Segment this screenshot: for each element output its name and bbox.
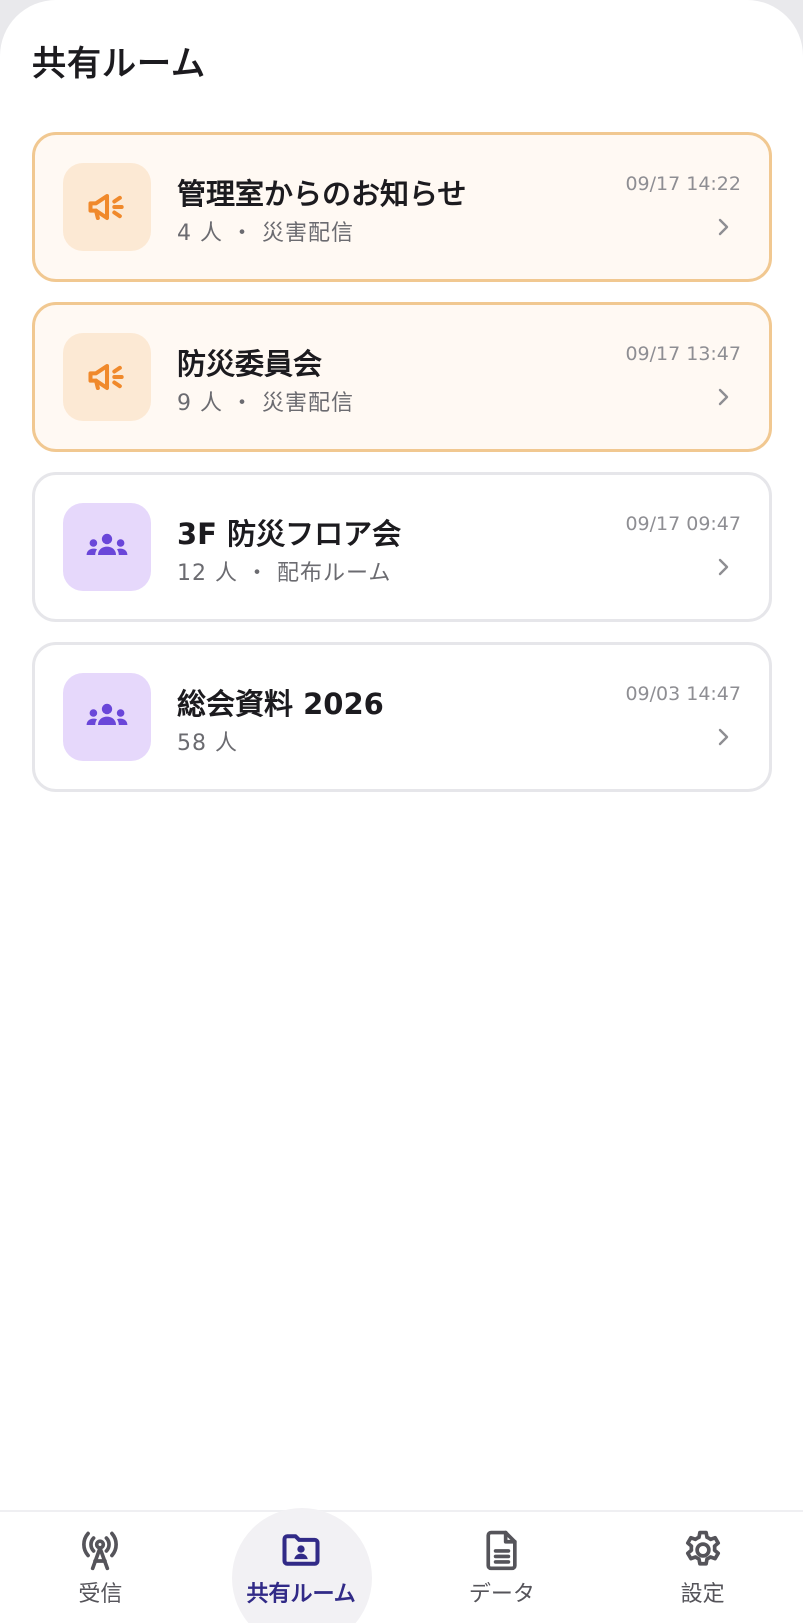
room-name: 総会資料 2026 [177,687,384,721]
room-name: 3F 防災フロア会 [177,517,402,551]
room-card-kanrishitsu[interactable]: 管理室からのお知らせ 4 人 ・ 災害配信 09/17 14:22 [32,132,772,282]
shared-folder-icon [282,1534,320,1566]
room-meta: 58 人 [177,731,238,756]
page-title: 共有ルーム [32,44,206,84]
nav-item-shared-rooms[interactable]: 共有ルーム [201,1508,402,1623]
gear-icon [685,1530,720,1566]
chevron-right-icon [718,218,729,236]
megaphone-icon [63,163,151,251]
group-icon [63,503,151,591]
room-meta: 9 人 ・ 災害配信 [177,391,354,416]
room-timestamp: 09/17 09:47 [625,513,741,535]
nav-item-data[interactable]: データ [402,1512,603,1623]
nav-item-inbox[interactable]: 受信 [0,1512,201,1623]
room-timestamp: 09/03 14:47 [625,683,741,705]
nav-label: データ [468,1582,535,1607]
room-card-bousai-iinkai[interactable]: 防災委員会 9 人 ・ 災害配信 09/17 13:47 [32,302,772,452]
chevron-right-icon [718,558,729,576]
chevron-right-icon [718,728,729,746]
room-card-3f-floor[interactable]: 3F 防災フロア会 12 人 ・ 配布ルーム 09/17 09:47 [32,472,772,622]
megaphone-icon [63,333,151,421]
nav-label: 共有ルーム [246,1582,356,1607]
room-meta: 4 人 ・ 災害配信 [177,221,354,246]
room-card-soukai-shiryou[interactable]: 総会資料 2026 58 人 09/03 14:47 [32,642,772,792]
nav-label: 受信 [78,1582,123,1607]
room-name: 防災委員会 [177,347,323,381]
nav-label: 設定 [680,1582,725,1607]
room-timestamp: 09/17 14:22 [625,173,741,195]
room-meta: 12 人 ・ 配布ルーム [177,561,392,586]
antenna-icon [82,1531,119,1571]
bottom-nav: 受信 共有ルーム データ 設定 [0,1508,803,1623]
group-icon [63,673,151,761]
nav-item-settings[interactable]: 設定 [602,1512,803,1623]
document-icon [486,1530,517,1571]
room-timestamp: 09/17 13:47 [625,343,741,365]
room-list: 管理室からのお知らせ 4 人 ・ 災害配信 09/17 14:22 防災委員会 … [32,132,772,812]
chevron-right-icon [718,388,729,406]
room-name: 管理室からのお知らせ [177,177,467,211]
shared-rooms-screen: 共有ルーム 管理室からのお知らせ 4 人 ・ 災害配信 09/17 14:22 [0,0,803,1623]
